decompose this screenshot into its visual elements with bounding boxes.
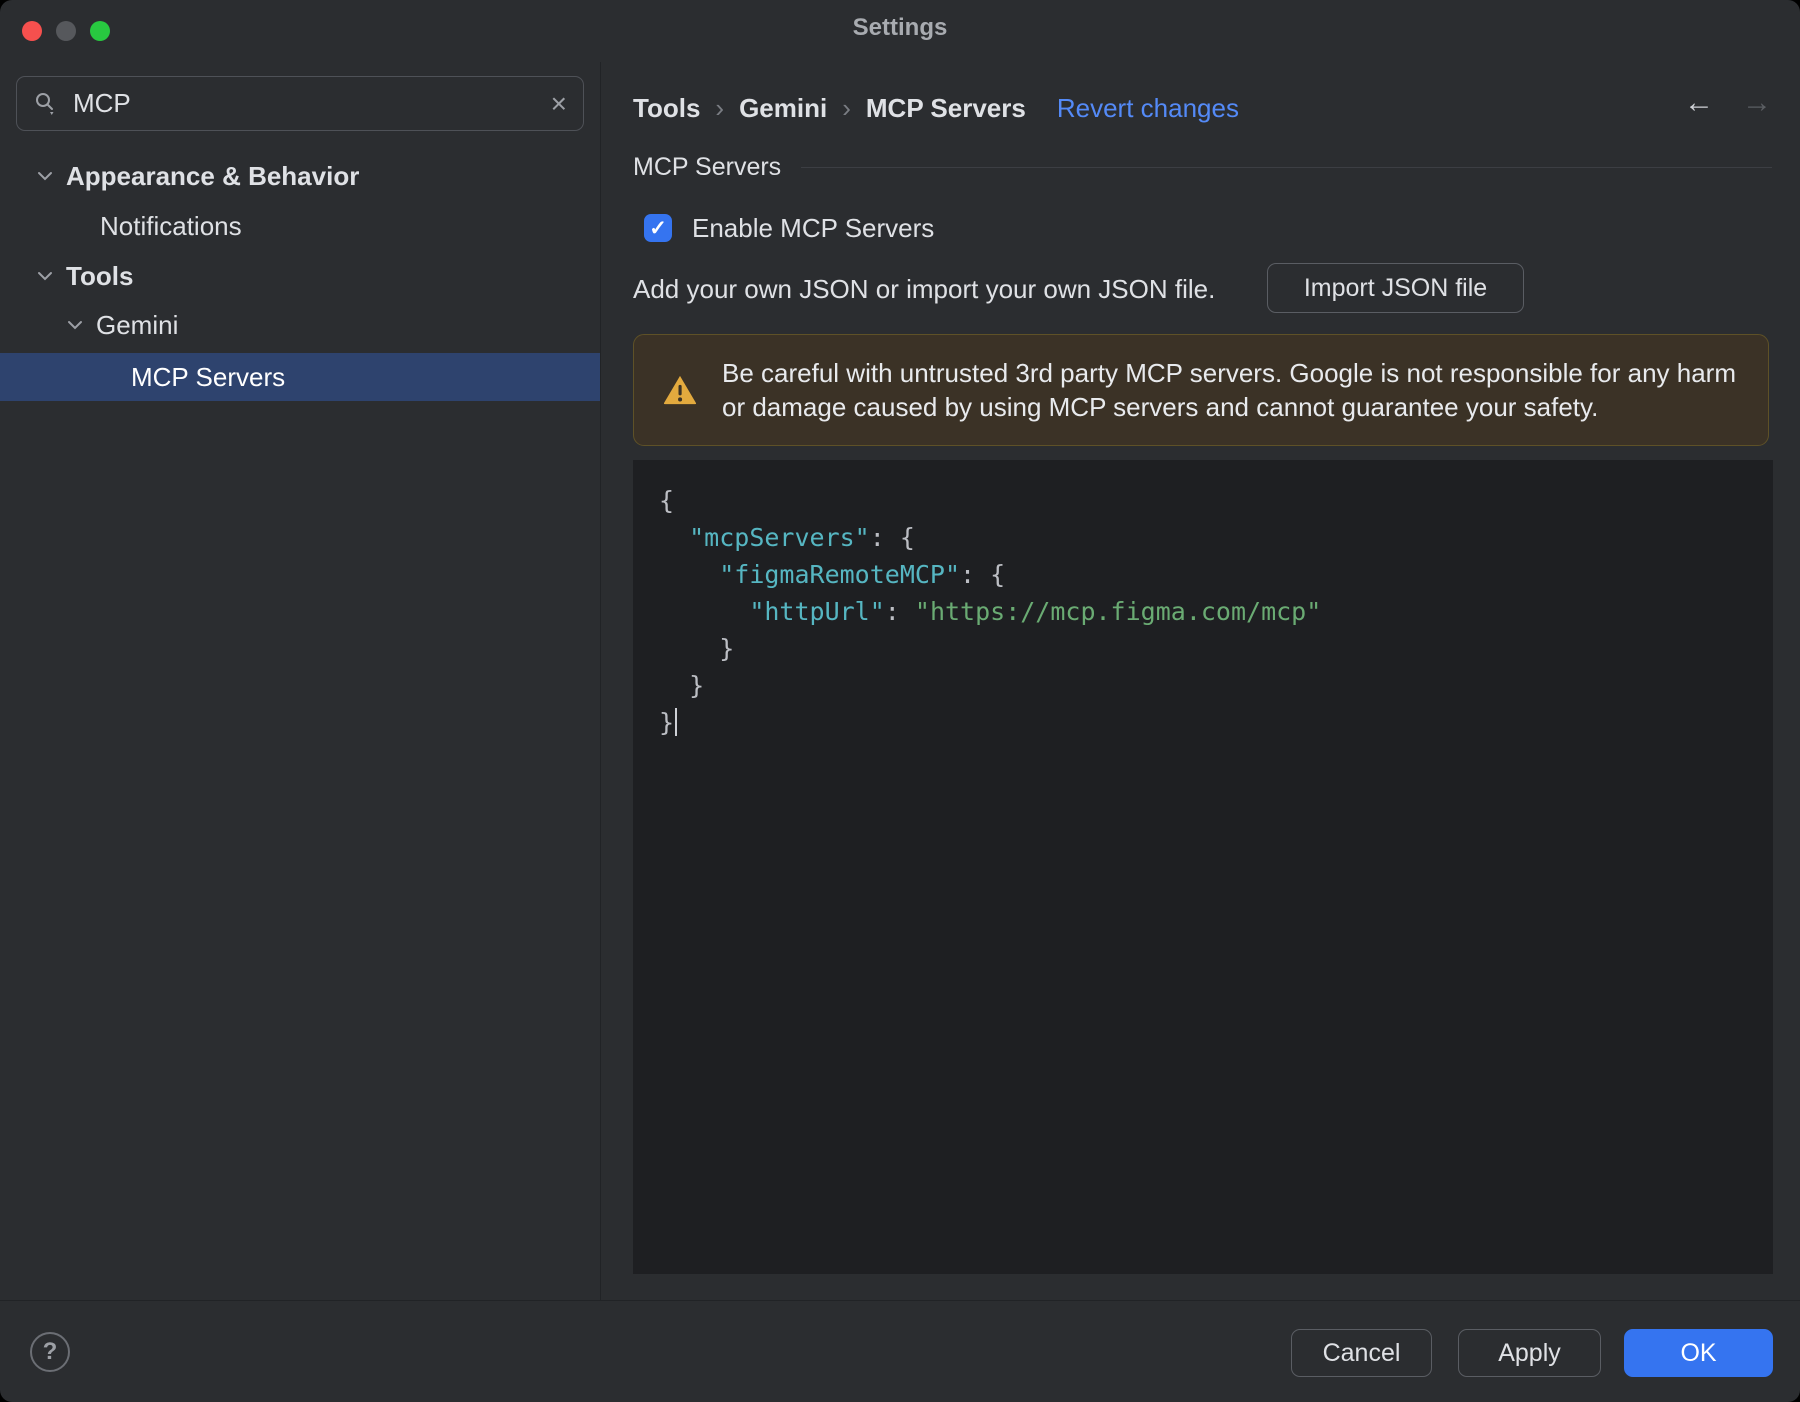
json-key: "httpUrl" (749, 597, 885, 626)
settings-window: Settings × Appearance & Behavior Notific… (0, 0, 1800, 1402)
import-instruction-text: Add your own JSON or import your own JSO… (633, 274, 1216, 304)
section-header: MCP Servers (633, 150, 1772, 184)
sidebar-item-label: Gemini (96, 309, 179, 340)
enable-mcp-servers-row: ✓ Enable MCP Servers (644, 212, 934, 244)
json-key: "figmaRemoteMCP" (719, 560, 961, 589)
json-editor[interactable]: { "mcpServers": { "figmaRemoteMCP": { "h… (633, 460, 1773, 1274)
json-punct: } (659, 671, 705, 700)
revert-changes-link[interactable]: Revert changes (1057, 93, 1239, 124)
checkbox-check-icon: ✓ (649, 216, 667, 240)
sidebar-item-label: MCP Servers (131, 361, 286, 392)
clear-search-icon[interactable]: × (551, 89, 567, 118)
import-json-button[interactable]: Import JSON file (1267, 263, 1524, 313)
json-punct: } (659, 634, 735, 663)
footer-divider (0, 1300, 1800, 1301)
code-line: "figmaRemoteMCP": { (659, 556, 1747, 593)
json-punct: { (659, 486, 675, 515)
chevron-down-icon[interactable] (36, 170, 54, 182)
sidebar-item-appearance-behavior[interactable]: Appearance & Behavior (0, 152, 600, 200)
apply-button[interactable]: Apply (1458, 1329, 1601, 1377)
breadcrumb-separator: › (842, 92, 851, 123)
json-punct: : (884, 597, 915, 626)
sidebar-item-gemini[interactable]: Gemini (0, 301, 600, 349)
code-line: "mcpServers": { (659, 519, 1747, 556)
warning-banner: Be careful with untrusted 3rd party MCP … (633, 334, 1769, 446)
back-arrow-button[interactable]: ← (1684, 86, 1714, 120)
warning-icon (662, 372, 698, 408)
window-title: Settings (852, 14, 948, 41)
json-punct: : { (869, 523, 915, 552)
sidebar-item-mcp-servers[interactable]: MCP Servers (0, 353, 600, 401)
question-icon: ? (42, 1338, 58, 1365)
code-line: { (659, 482, 1747, 519)
breadcrumb-item-tools[interactable]: Tools (633, 93, 700, 124)
help-button[interactable]: ? (30, 1332, 70, 1372)
code-line: } (659, 667, 1747, 704)
breadcrumb-item-mcp-servers[interactable]: MCP Servers (866, 93, 1026, 124)
text-cursor (675, 708, 678, 736)
titlebar: Settings (0, 0, 1800, 62)
breadcrumb-separator: › (715, 92, 725, 123)
code-line: } (659, 630, 1747, 667)
search-icon[interactable] (33, 91, 59, 117)
enable-mcp-label: Enable MCP Servers (692, 212, 935, 243)
sidebar-item-label: Tools (66, 260, 134, 291)
breadcrumb-item-gemini[interactable]: Gemini (739, 93, 827, 124)
history-nav: ← → (1684, 86, 1772, 120)
json-string: "https://mcp.figma.com/mcp" (914, 597, 1322, 626)
sidebar-divider (600, 62, 601, 1300)
sidebar-item-tools[interactable]: Tools (0, 252, 600, 300)
warning-text: Be careful with untrusted 3rd party MCP … (722, 358, 1736, 422)
ok-button[interactable]: OK (1624, 1329, 1773, 1377)
section-title: MCP Servers (633, 152, 782, 181)
code-line: } (659, 704, 1747, 741)
settings-search-field[interactable]: × (16, 76, 584, 131)
code-line: "httpUrl": "https://mcp.figma.com/mcp" (659, 593, 1747, 630)
section-divider (801, 166, 1772, 168)
sidebar-item-label: Notifications (100, 210, 242, 241)
forward-arrow-button[interactable]: → (1742, 86, 1772, 120)
json-punct: : { (960, 560, 1006, 589)
enable-mcp-checkbox[interactable]: ✓ (644, 214, 672, 242)
search-input[interactable] (73, 88, 551, 119)
chevron-down-icon[interactable] (66, 319, 84, 331)
json-key: "mcpServers" (689, 523, 870, 552)
chevron-down-icon[interactable] (36, 270, 54, 282)
sidebar-item-label: Appearance & Behavior (66, 160, 360, 191)
breadcrumb: Tools › Gemini › MCP Servers Revert chan… (633, 90, 1239, 126)
json-punct: } (659, 708, 675, 737)
sidebar-item-notifications[interactable]: Notifications (0, 202, 600, 250)
cancel-button[interactable]: Cancel (1291, 1329, 1432, 1377)
